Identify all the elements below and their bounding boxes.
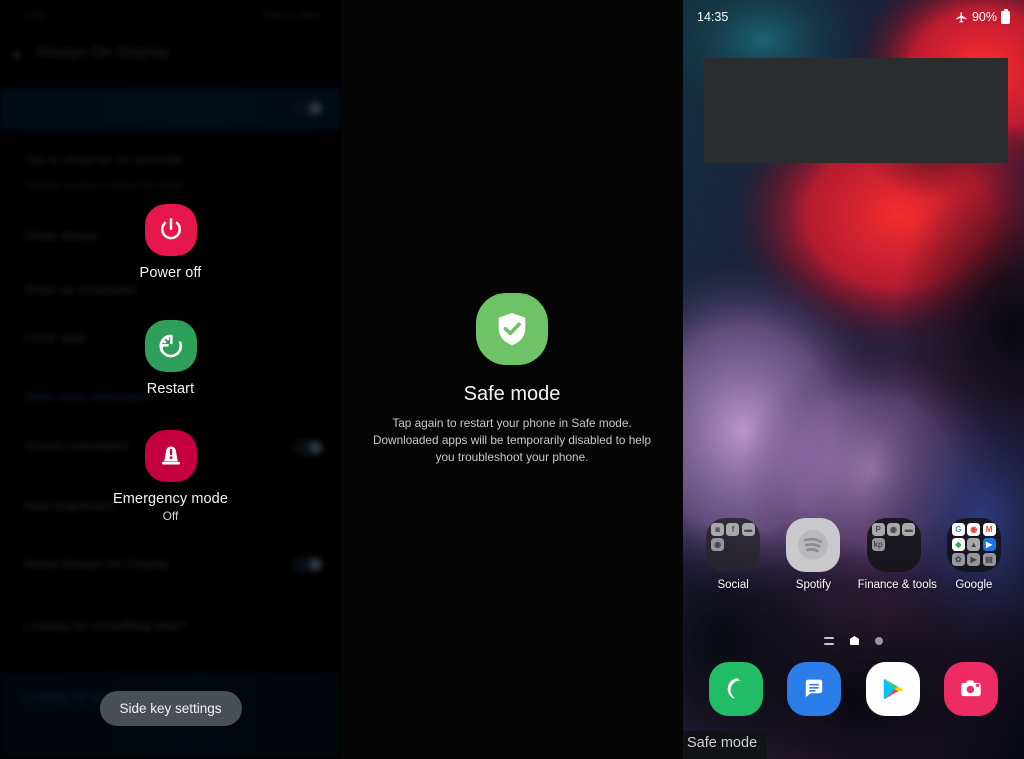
restart-button[interactable]: Restart bbox=[0, 320, 341, 397]
bank-mini-icon: ▬ bbox=[902, 523, 916, 536]
page-indicators bbox=[683, 636, 1024, 645]
status-time: 14:35 bbox=[697, 10, 729, 24]
maps-mini-icon: ◆ bbox=[951, 538, 965, 551]
empty-slot bbox=[742, 538, 755, 551]
restart-icon bbox=[144, 320, 197, 372]
battery-percent: 90% bbox=[971, 10, 997, 24]
settings-mini-icon: ◉ bbox=[886, 523, 900, 536]
phone-icon[interactable] bbox=[709, 662, 764, 716]
drive-mini-icon: ▲ bbox=[967, 538, 981, 551]
reddit-mini-icon: ◉ bbox=[711, 538, 725, 551]
page-indicator-dot[interactable] bbox=[875, 636, 883, 645]
safe-mode-description: Tap again to restart your phone in Safe … bbox=[372, 416, 652, 464]
paypal-mini-icon: P bbox=[871, 523, 885, 536]
folder-social-label: Social bbox=[717, 579, 749, 591]
power-off-button[interactable]: Power off bbox=[0, 204, 341, 281]
empty-slot bbox=[902, 538, 915, 551]
folder-google-label: Google bbox=[955, 579, 993, 591]
camera-icon[interactable] bbox=[943, 662, 998, 716]
shield-check-icon bbox=[476, 293, 548, 366]
status-icons: 90% bbox=[955, 8, 1010, 24]
power-menu-panel: 9:00 Feb 12 Mon Always On Display Tap to… bbox=[0, 0, 341, 759]
meet-mini-icon: ▶ bbox=[982, 538, 996, 551]
app-spotify[interactable]: Spotify bbox=[777, 518, 849, 591]
chrome-mini-icon: ◉ bbox=[967, 523, 981, 536]
app-folder-row: ◙ f ▬ ◉ Social Spotify P ◉ ▬ kp Finance … bbox=[683, 518, 1024, 591]
play-store-icon[interactable] bbox=[865, 662, 920, 716]
folder-google[interactable]: G ◉ M ◆ ▲ ▶ ✿ ▶ ▤ Google bbox=[938, 518, 1010, 591]
folder-finance-label: Finance & tools bbox=[857, 579, 937, 591]
instagram-mini-icon: ◙ bbox=[711, 523, 725, 536]
power-off-label: Power off bbox=[139, 265, 202, 281]
power-off-icon bbox=[144, 204, 197, 256]
emergency-mode-button[interactable]: Emergency mode Off bbox=[0, 430, 341, 523]
messages-icon[interactable] bbox=[787, 662, 842, 716]
home-page-indicator[interactable] bbox=[850, 636, 859, 645]
power-menu-overlay: Power off Restart Emergency mode Off Sid… bbox=[0, 0, 341, 759]
emergency-mode-label: Emergency mode bbox=[112, 491, 229, 507]
gmail-mini-icon: M bbox=[982, 523, 996, 536]
empty-slot bbox=[887, 538, 900, 551]
app-list-indicator[interactable] bbox=[824, 636, 834, 645]
safe-mode-title: Safe mode bbox=[463, 383, 561, 406]
folder-finance[interactable]: P ◉ ▬ kp Finance & tools bbox=[857, 518, 937, 591]
safe-mode-panel: Safe mode Tap again to restart your phon… bbox=[341, 0, 683, 759]
messenger-mini-icon: ▬ bbox=[741, 523, 755, 536]
restart-label: Restart bbox=[146, 381, 195, 397]
facebook-mini-icon: f bbox=[726, 523, 740, 536]
airplane-mode-icon bbox=[956, 11, 967, 23]
folder-finance-icon: P ◉ ▬ kp bbox=[866, 518, 921, 572]
dock bbox=[683, 662, 1024, 716]
photos-mini-icon: ✿ bbox=[951, 553, 965, 566]
battery-icon bbox=[1001, 8, 1010, 24]
spotify-icon bbox=[786, 518, 841, 572]
screenshot-root: 9:00 Feb 12 Mon Always On Display Tap to… bbox=[0, 0, 1024, 759]
widget-placeholder[interactable] bbox=[704, 58, 1008, 163]
folder-google-icon: G ◉ M ◆ ▲ ▶ ✿ ▶ ▤ bbox=[946, 518, 1001, 572]
app-spotify-label: Spotify bbox=[795, 579, 831, 591]
folder-social[interactable]: ◙ f ▬ ◉ Social bbox=[697, 518, 769, 591]
emergency-mode-icon bbox=[144, 430, 197, 482]
status-bar: 14:35 90% bbox=[683, 0, 1024, 34]
side-key-settings-button[interactable]: Side key settings bbox=[99, 691, 242, 726]
google-mini-icon: G bbox=[951, 523, 965, 536]
keepass-mini-icon: kp bbox=[871, 538, 885, 551]
folder-social-icon: ◙ f ▬ ◉ bbox=[706, 518, 761, 572]
empty-slot bbox=[726, 538, 739, 551]
calendar-mini-icon: ▤ bbox=[982, 553, 996, 566]
emergency-mode-status: Off bbox=[162, 509, 179, 523]
youtube-mini-icon: ▶ bbox=[967, 553, 981, 566]
home-screen-panel: 14:35 90% ◙ f ▬ ◉ Social Spotify P ◉ ▬ k… bbox=[683, 0, 1024, 759]
safe-mode-badge: Safe mode bbox=[683, 731, 768, 759]
